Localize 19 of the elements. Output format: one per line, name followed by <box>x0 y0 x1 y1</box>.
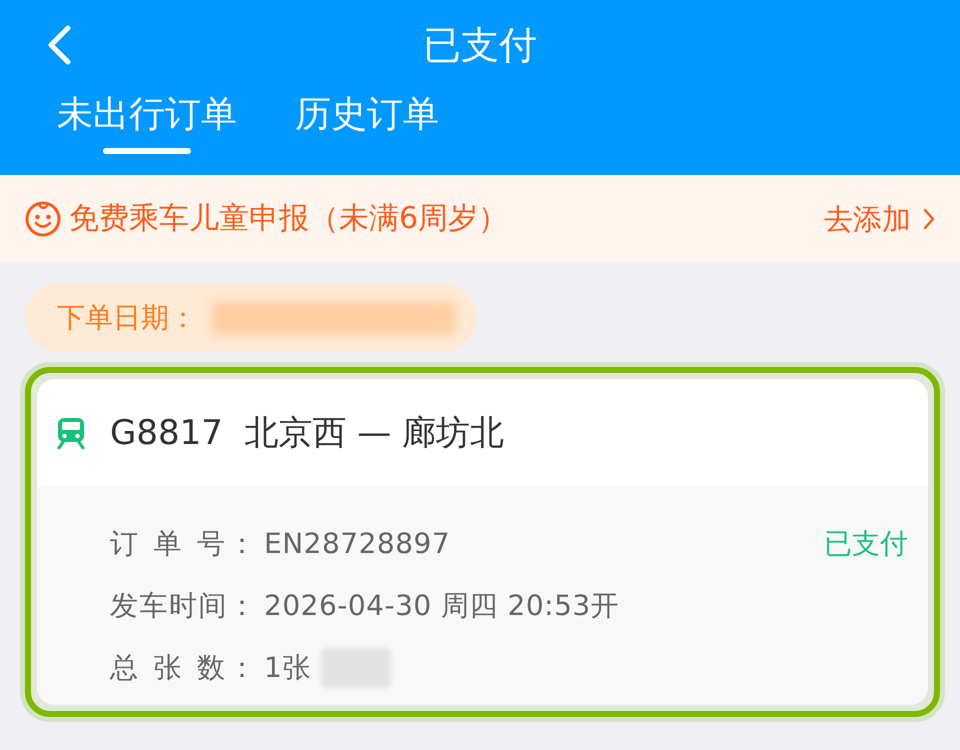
notice-text: 免费乘车儿童申报（未满6周岁） <box>69 200 508 236</box>
field-value: 1张 <box>264 651 311 685</box>
field-label: 总 张 数： <box>110 651 256 685</box>
field-label: 发车时间： <box>110 589 256 623</box>
field-value: EN28728897 <box>264 527 450 561</box>
order-date-label: 下单日期： <box>57 300 197 334</box>
order-card[interactable]: G8817 北京西 — 廊坊北 订 单 号： EN28728897 已支付 发车时间： 2026-04-30 周四 20:53开 总 张 数： 1张 <box>37 379 928 705</box>
smiley-icon <box>25 200 61 236</box>
page-title: 已支付 <box>423 23 537 67</box>
field-label: 订 单 号： <box>110 527 256 561</box>
train-icon <box>57 416 85 448</box>
chevron-right-icon <box>923 208 935 230</box>
add-link[interactable]: 去添加 <box>824 202 935 236</box>
field-value: 2026-04-30 周四 20:53开 <box>264 589 620 623</box>
tab[interactable]: 未出行订单 <box>57 95 237 154</box>
order-status: 已支付 <box>824 527 908 561</box>
tab[interactable]: 历史订单 <box>295 95 439 154</box>
back-icon <box>46 25 72 65</box>
train-route: G8817 北京西 — 廊坊北 <box>110 412 504 452</box>
